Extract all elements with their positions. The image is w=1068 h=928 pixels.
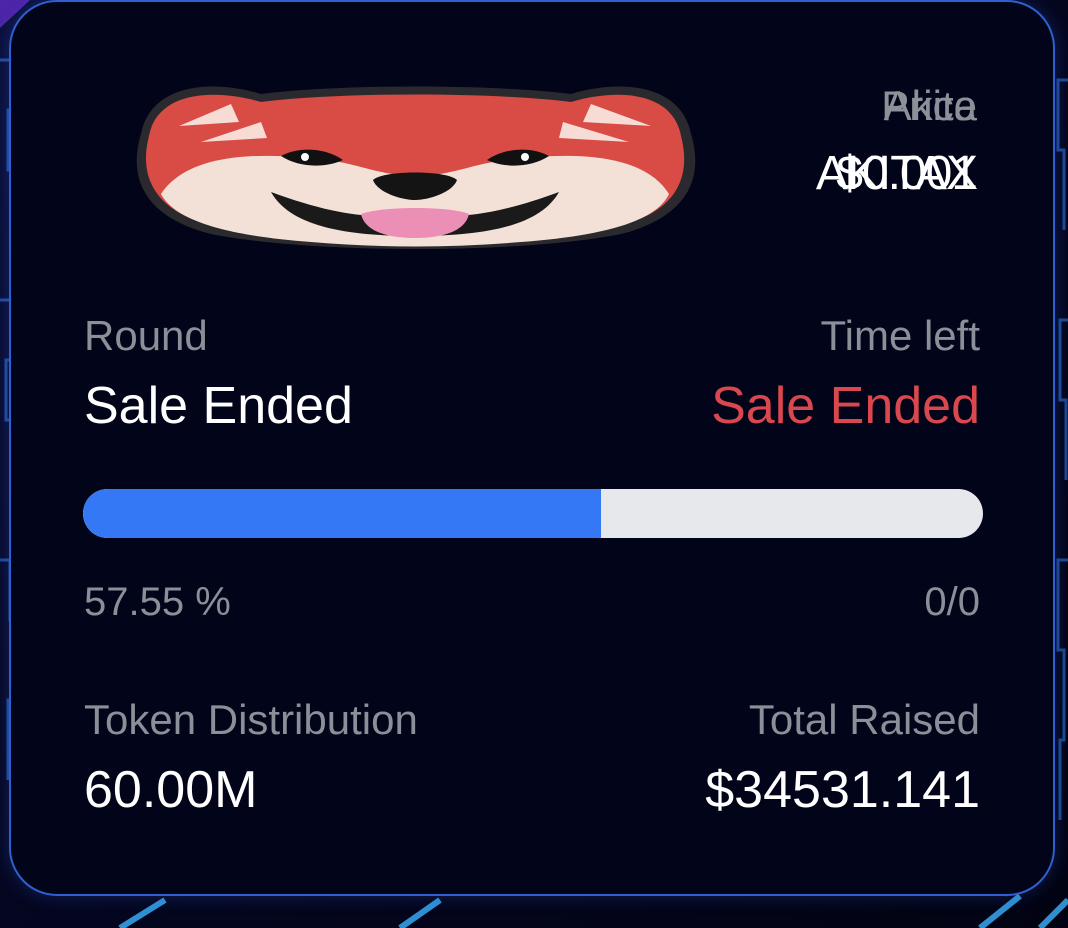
round-label: Round bbox=[84, 312, 208, 359]
time-left-label: Time left bbox=[820, 312, 980, 359]
token-distribution-label: Token Distribution bbox=[84, 696, 418, 743]
progress-percent: 57.55 % bbox=[84, 580, 231, 624]
akita-dog-logo-icon bbox=[136, 86, 696, 249]
progress-count: 0/0 bbox=[924, 580, 980, 624]
time-left-value: Sale Ended bbox=[711, 377, 980, 435]
total-raised-label: Total Raised bbox=[748, 696, 980, 743]
sale-progress-bar bbox=[83, 489, 983, 538]
presale-card: Akita Price AKITAX $0.001 Round Sale End… bbox=[9, 0, 1055, 896]
token-distribution-value: 60.00M bbox=[84, 761, 258, 819]
sale-progress-fill bbox=[83, 489, 601, 538]
price-label: Price bbox=[881, 82, 977, 129]
price-value: $0.001 bbox=[836, 147, 978, 200]
token-ticker: Akita Price AKITAX $0.001 bbox=[717, 82, 978, 212]
round-value: Sale Ended bbox=[84, 377, 353, 435]
total-raised-value: $34531.141 bbox=[705, 761, 980, 819]
